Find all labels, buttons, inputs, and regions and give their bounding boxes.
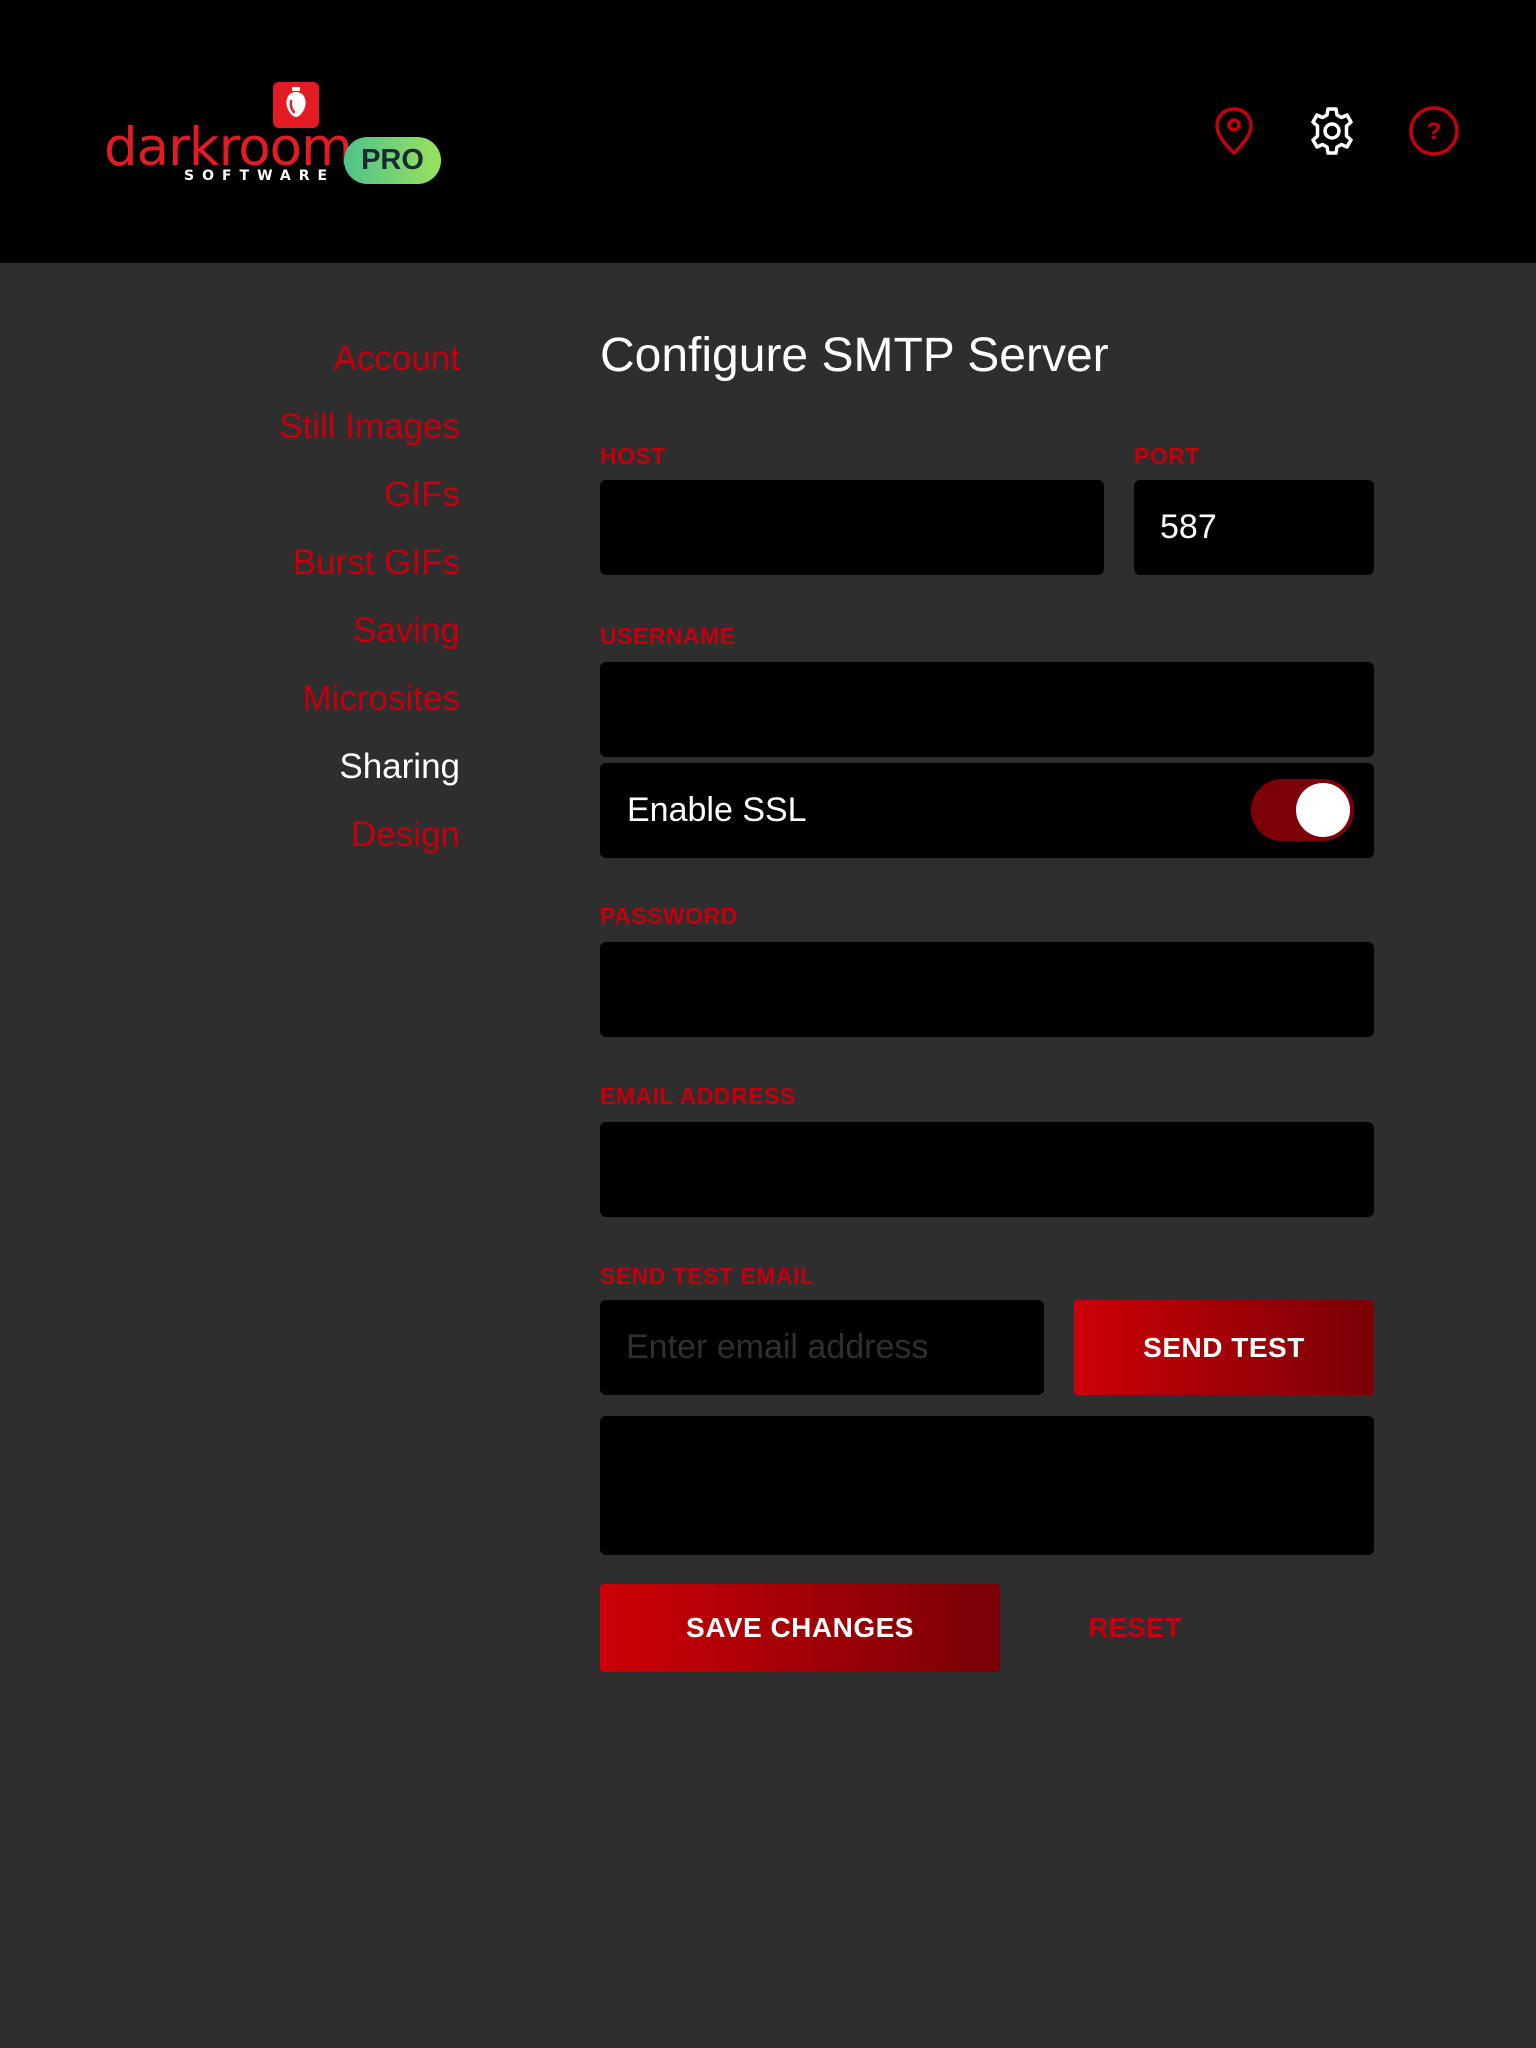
- username-label: USERNAME: [600, 623, 736, 649]
- save-changes-button[interactable]: SAVE CHANGES: [600, 1584, 1000, 1672]
- nav-item-microsites[interactable]: Microsites: [0, 665, 460, 733]
- host-input[interactable]: [600, 480, 1104, 575]
- email-input[interactable]: [600, 1122, 1374, 1217]
- username-input[interactable]: [600, 662, 1374, 757]
- svg-text:?: ?: [1427, 118, 1442, 145]
- test-result-box: [600, 1416, 1374, 1555]
- settings-nav: Account Still Images GIFs Burst GIFs Sav…: [0, 325, 460, 869]
- email-label: EMAIL ADDRESS: [600, 1083, 796, 1109]
- darkroom-logo: darkroom SOFTWARE: [104, 82, 353, 192]
- app-header: darkroom SOFTWARE PRO ?: [0, 0, 1536, 263]
- port-label: PORT: [1134, 443, 1200, 469]
- ssl-row: Enable SSL: [600, 763, 1374, 858]
- help-icon[interactable]: ?: [1408, 105, 1460, 157]
- send-test-button[interactable]: SEND TEST: [1074, 1300, 1374, 1395]
- test-email-input[interactable]: [600, 1300, 1044, 1395]
- nav-item-sharing[interactable]: Sharing: [0, 733, 460, 801]
- pro-badge: PRO: [344, 137, 441, 184]
- nav-item-gifs[interactable]: GIFs: [0, 461, 460, 529]
- nav-item-saving[interactable]: Saving: [0, 597, 460, 665]
- page-title: Configure SMTP Server: [600, 329, 1109, 382]
- nav-item-burst-gifs[interactable]: Burst GIFs: [0, 529, 460, 597]
- password-input[interactable]: [600, 942, 1374, 1037]
- location-pin-icon[interactable]: [1208, 105, 1260, 157]
- ssl-label: Enable SSL: [627, 791, 807, 829]
- nav-item-still-images[interactable]: Still Images: [0, 393, 460, 461]
- nav-item-design[interactable]: Design: [0, 801, 460, 869]
- password-label: PASSWORD: [600, 903, 738, 929]
- port-input[interactable]: [1134, 480, 1374, 575]
- send-test-label: SEND TEST EMAIL: [600, 1263, 815, 1289]
- host-label: HOST: [600, 443, 666, 469]
- toggle-knob: [1296, 783, 1350, 837]
- logo-subtitle: SOFTWARE: [184, 168, 336, 184]
- reset-button[interactable]: RESET: [1040, 1584, 1230, 1672]
- nav-item-account[interactable]: Account: [0, 325, 460, 393]
- gear-icon[interactable]: [1306, 105, 1358, 157]
- ssl-toggle[interactable]: [1251, 779, 1354, 841]
